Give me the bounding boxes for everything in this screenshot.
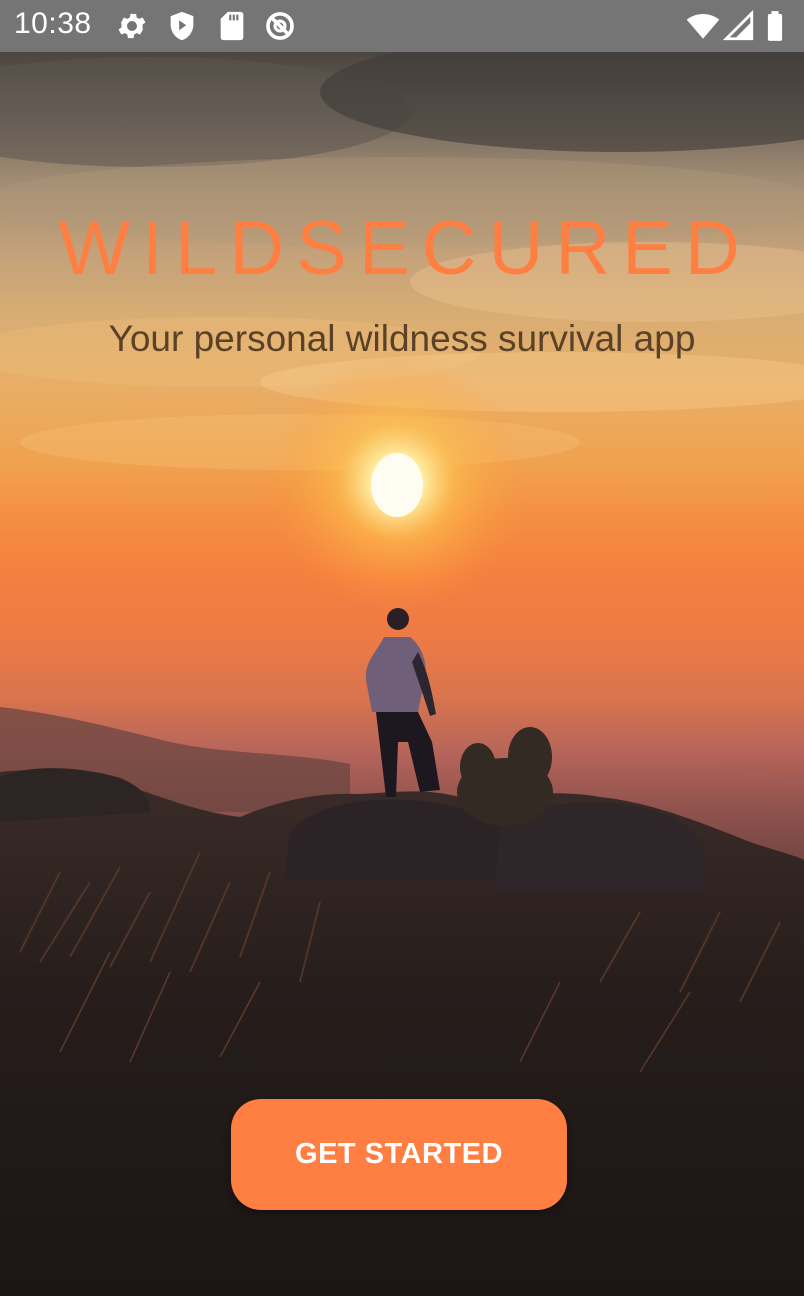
cell-signal-icon	[722, 9, 754, 41]
get-started-button[interactable]: GET STARTED	[231, 1099, 567, 1210]
no-disturb-icon	[266, 12, 294, 40]
shield-play-icon	[170, 11, 194, 41]
sd-card-icon	[220, 11, 244, 41]
status-time: 10:38	[14, 7, 92, 40]
welcome-screen: 10:38 WILDSECURED Your personal wildness…	[0, 0, 804, 1296]
app-title: WILDSECURED	[58, 206, 752, 291]
status-bar: 10:38	[0, 0, 804, 52]
app-subtitle: Your personal wildness survival app	[108, 318, 696, 359]
battery-icon	[767, 11, 783, 41]
wifi-icon	[686, 13, 720, 39]
gear-icon	[118, 13, 146, 39]
